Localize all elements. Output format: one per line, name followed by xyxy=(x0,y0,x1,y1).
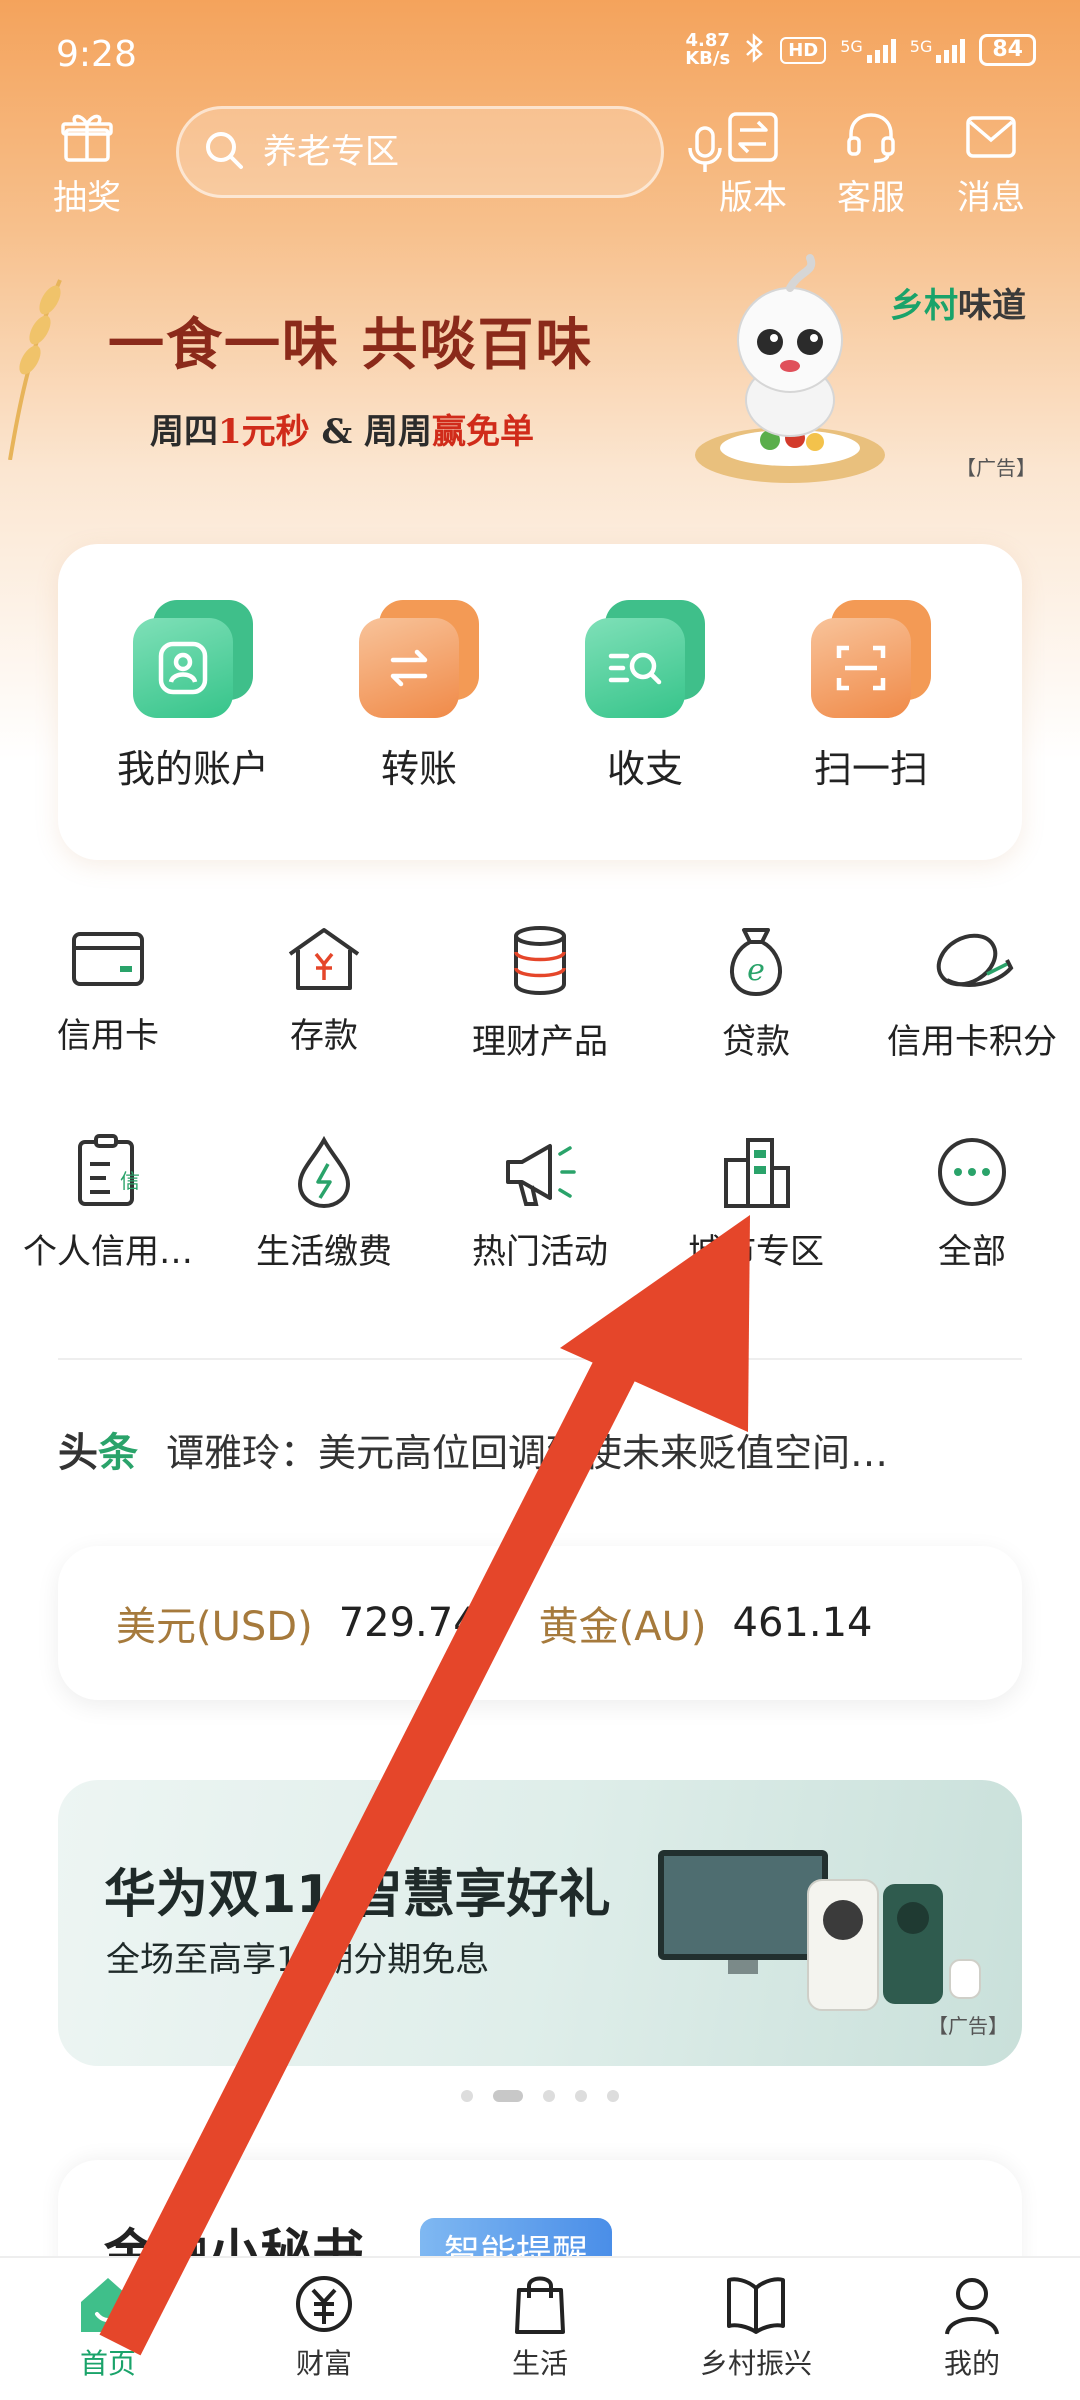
bluetooth-icon xyxy=(744,32,766,68)
usd-rate-value: 729.74 xyxy=(338,1600,479,1646)
credit-card-button[interactable]: 信用卡 xyxy=(0,924,216,1057)
carousel-dot xyxy=(607,2090,619,2102)
customer-service-label: 客服 xyxy=(837,178,905,218)
shopping-bag-icon xyxy=(432,2272,648,2336)
signal-bars-icon xyxy=(936,37,966,63)
open-book-icon xyxy=(648,2272,864,2336)
ad-label: 【广告】 xyxy=(956,456,1036,480)
gold-rate-name: 黄金(AU) xyxy=(538,1604,707,1650)
my-account-label: 我的账户 xyxy=(116,747,269,791)
carousel-dot xyxy=(575,2090,587,2102)
coin-stack-icon xyxy=(432,924,648,1000)
carousel-dot xyxy=(461,2090,473,2102)
net-speed: 4.87 KB/s xyxy=(685,30,731,69)
account-icon xyxy=(133,600,253,720)
version-label: 版本 xyxy=(719,178,787,218)
status-bar: 9:28 4.87 KB/s HD 5G 5G 84 xyxy=(0,0,1080,110)
points-coin-icon xyxy=(864,924,1080,1000)
scan-label: 扫一扫 xyxy=(813,747,928,791)
rates-card[interactable]: 美元(USD) 729.74 黄金(AU) 461.14 xyxy=(58,1546,1022,1700)
main-actions-card: 我的账户 转账 收支 扫一扫 xyxy=(58,544,1022,860)
transfer-label: 转账 xyxy=(380,747,457,791)
home-icon xyxy=(0,2272,216,2336)
battery-indicator: 84 xyxy=(979,34,1036,66)
buildings-icon xyxy=(648,1134,864,1210)
status-indicators: 4.87 KB/s HD 5G 5G 84 xyxy=(685,32,1036,68)
income-expense-label: 收支 xyxy=(606,747,683,791)
gold-rate-value: 461.14 xyxy=(732,1600,873,1646)
more-dots-icon xyxy=(864,1134,1080,1210)
svg-text:e: e xyxy=(747,953,765,988)
gift-icon xyxy=(32,110,142,164)
income-expense-search-icon xyxy=(585,600,705,720)
carousel-dot xyxy=(543,2090,555,2102)
customer-service-button[interactable]: 客服 xyxy=(816,110,926,220)
tab-home[interactable]: 首页 xyxy=(0,2258,216,2400)
credit-points-button[interactable]: 信用卡积分 xyxy=(864,924,1080,1063)
headline-news[interactable]: 头条 谭雅玲：美元高位回调致使未来贬值空间… xyxy=(58,1420,1022,1478)
mascot-illustration-icon xyxy=(695,254,885,483)
lottery-label: 抽奖 xyxy=(53,178,121,218)
yuan-circle-icon xyxy=(216,2272,432,2336)
personal-credit-button[interactable]: 信 个人信用… xyxy=(0,1134,216,1273)
water-drop-icon xyxy=(216,1134,432,1210)
lottery-button[interactable]: 抽奖 xyxy=(32,110,142,220)
version-button[interactable]: 版本 xyxy=(698,110,808,220)
scan-icon xyxy=(811,600,931,720)
wealth-product-button[interactable]: 理财产品 xyxy=(432,924,648,1063)
bottom-tab-bar: 首页 财富 生活 乡村振兴 我的 xyxy=(0,2256,1080,2400)
banner2-subtitle: 全场至高享12期分期免息 xyxy=(106,1940,490,1980)
money-bag-icon: e xyxy=(648,924,864,1000)
message-label: 消息 xyxy=(957,178,1025,218)
tab-life[interactable]: 生活 xyxy=(432,2258,648,2400)
clipboard-credit-icon: 信 xyxy=(0,1134,216,1210)
transfer-button[interactable]: 转账 xyxy=(314,600,524,793)
tab-mine[interactable]: 我的 xyxy=(864,2258,1080,2400)
section-divider xyxy=(58,1358,1022,1360)
search-bar[interactable] xyxy=(176,106,722,198)
signal-bars-icon xyxy=(866,37,896,63)
banner-headline: 一食一味 共啖百味 xyxy=(108,312,594,378)
scan-button[interactable]: 扫一扫 xyxy=(766,600,976,793)
brand-logo: 乡村味道 xyxy=(890,286,1026,326)
utility-payment-button[interactable]: 生活缴费 xyxy=(216,1134,432,1273)
deposit-button[interactable]: 存款 xyxy=(216,924,432,1057)
banner2-ad-label: 【广告】 xyxy=(928,2014,1008,2038)
huawei-promo-banner[interactable]: 华为双11 智慧享好礼 全场至高享12期分期免息 【广告】 xyxy=(58,1780,1022,2066)
wheat-decoration-icon xyxy=(8,279,62,460)
carousel-dot-active xyxy=(493,2090,523,2102)
signal-1: 5G xyxy=(840,37,896,63)
status-time: 9:28 xyxy=(56,34,137,75)
mail-icon xyxy=(936,110,1046,164)
svg-text:信: 信 xyxy=(120,1169,140,1193)
income-expense-button[interactable]: 收支 xyxy=(540,600,750,793)
headset-icon xyxy=(816,110,926,164)
signal-2: 5G xyxy=(910,37,966,63)
message-button[interactable]: 消息 xyxy=(936,110,1046,220)
headline-tag: 头条 xyxy=(58,1430,138,1476)
banner2-title: 华为双11 智慧享好礼 xyxy=(104,1865,611,1925)
megaphone-icon xyxy=(432,1134,648,1210)
search-input[interactable] xyxy=(263,132,687,172)
house-yuan-icon xyxy=(216,924,432,994)
carousel-indicator xyxy=(0,2090,1080,2102)
search-icon xyxy=(203,129,245,175)
usd-rate-name: 美元(USD) xyxy=(116,1604,313,1650)
user-icon xyxy=(864,2272,1080,2336)
tab-rural[interactable]: 乡村振兴 xyxy=(648,2258,864,2400)
banner-subline: 周四1元秒 & 周周赢免单 xyxy=(150,412,535,452)
all-services-button[interactable]: 全部 xyxy=(864,1134,1080,1273)
headline-text[interactable]: 谭雅玲：美元高位回调致使未来贬值空间… xyxy=(166,1422,888,1477)
hd-badge: HD xyxy=(780,36,827,64)
my-account-button[interactable]: 我的账户 xyxy=(88,600,298,793)
hot-activities-button[interactable]: 热门活动 xyxy=(432,1134,648,1273)
credit-card-icon xyxy=(0,924,216,994)
loan-button[interactable]: e 贷款 xyxy=(648,924,864,1063)
tab-wealth[interactable]: 财富 xyxy=(216,2258,432,2400)
transfer-icon xyxy=(359,600,479,720)
version-switch-icon xyxy=(698,110,808,164)
city-zone-button[interactable]: 城市专区 xyxy=(648,1134,864,1273)
